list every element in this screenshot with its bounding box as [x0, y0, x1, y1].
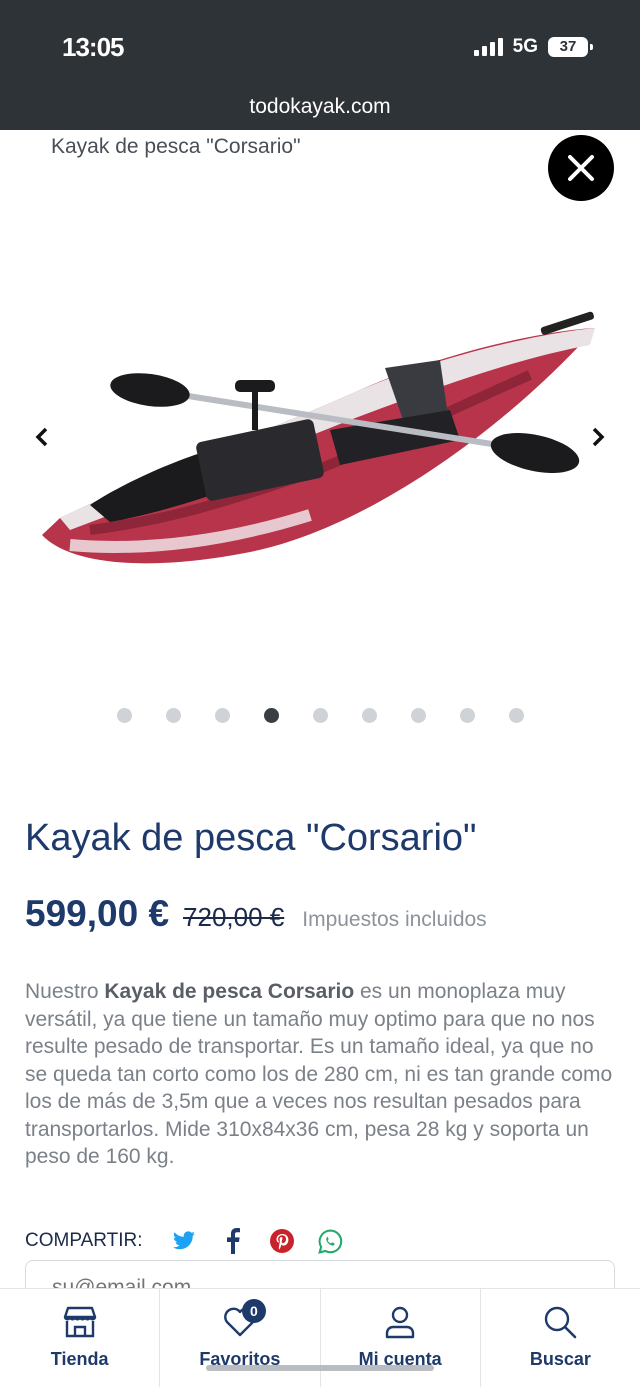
status-icons: 5G 37: [473, 36, 593, 58]
gallery-dot[interactable]: [459, 708, 475, 723]
favorites-count-badge: 0: [241, 1299, 266, 1323]
description-bold: Kayak de pesca Corsario: [104, 980, 355, 1003]
nav-tienda-label: Tienda: [50, 1349, 109, 1369]
share-row: COMPARTIR:: [25, 1228, 367, 1254]
tax-note: Impuestos incluidos: [302, 908, 487, 931]
nav-buscar-label: Buscar: [529, 1349, 591, 1369]
gallery-dot[interactable]: [508, 708, 524, 723]
description-text: es un monoplaza muy versátil, ya que tie…: [25, 980, 613, 1168]
product-image-kayak: [42, 311, 595, 564]
nav-buscar[interactable]: Buscar: [481, 1289, 640, 1387]
network-type: 5G: [512, 36, 538, 57]
product-description: Nuestro Kayak de pesca Corsario es un mo…: [25, 978, 617, 1171]
share-label: COMPARTIR:: [25, 1230, 143, 1251]
battery-icon: 37: [548, 37, 593, 57]
url-bar[interactable]: todokayak.com: [0, 95, 640, 119]
gallery-pagination: [0, 708, 640, 723]
gallery-dot[interactable]: [312, 708, 328, 723]
signal-icon: [473, 38, 503, 56]
browser-top-bar: 13:05 5G 37 todokayak.com: [0, 0, 640, 130]
gallery-dot[interactable]: [116, 708, 132, 723]
home-indicator[interactable]: [206, 1365, 434, 1371]
bottom-nav: Tienda 0 Favoritos Mi cuenta Buscar: [0, 1288, 640, 1387]
nav-tienda[interactable]: Tienda: [0, 1289, 161, 1387]
nav-favoritos[interactable]: 0 Favoritos: [160, 1289, 321, 1387]
product-price: 599,00 €: [25, 893, 170, 934]
close-button[interactable]: [548, 135, 614, 201]
breadcrumb-current: Kayak de pesca "Corsario": [51, 135, 301, 158]
gallery-dot[interactable]: [263, 708, 279, 723]
close-icon: [568, 155, 594, 181]
whatsapp-icon[interactable]: [318, 1228, 344, 1254]
price-row: 599,00 € 720,00 € Impuestos incluidos: [25, 893, 487, 935]
status-time: 13:05: [62, 32, 124, 62]
description-prefix: Nuestro: [25, 980, 105, 1003]
gallery-dot[interactable]: [410, 708, 426, 723]
twitter-icon[interactable]: [171, 1228, 197, 1254]
product-gallery[interactable]: [0, 230, 640, 650]
user-icon: [380, 1303, 420, 1341]
heart-icon: 0: [220, 1299, 266, 1341]
product-title: Kayak de pesca "Corsario": [25, 817, 477, 859]
gallery-dot[interactable]: [165, 708, 181, 723]
search-icon: [540, 1303, 580, 1341]
gallery-dot[interactable]: [361, 708, 377, 723]
chevron-right-icon[interactable]: [586, 425, 610, 449]
store-icon: [60, 1303, 100, 1341]
old-price: 720,00 €: [183, 902, 285, 932]
nav-mi-cuenta[interactable]: Mi cuenta: [321, 1289, 481, 1387]
gallery-dot[interactable]: [214, 708, 230, 723]
facebook-icon[interactable]: [220, 1228, 246, 1254]
pinterest-icon[interactable]: [269, 1228, 295, 1254]
